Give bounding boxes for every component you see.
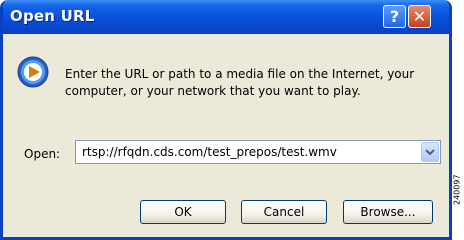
url-input[interactable]: rtsp://rfqdn.cds.com/test_prepos/test.wm… xyxy=(82,145,337,159)
help-icon: ? xyxy=(389,7,400,26)
cancel-button[interactable]: Cancel xyxy=(241,200,327,224)
dropdown-button[interactable] xyxy=(421,142,439,162)
window-title: Open URL xyxy=(10,7,95,25)
windows-media-player-icon xyxy=(17,56,49,88)
close-icon: ✕ xyxy=(412,7,427,26)
instruction-text: Enter the URL or path to a media file on… xyxy=(65,67,415,98)
open-url-dialog: Open URL ? ✕ Enter the URL or path to a … xyxy=(0,0,452,240)
close-button[interactable]: ✕ xyxy=(408,5,431,28)
chevron-down-icon xyxy=(425,149,435,156)
help-button[interactable]: ? xyxy=(383,5,406,28)
browse-button[interactable]: Browse... xyxy=(343,200,433,224)
title-bar[interactable]: Open URL ? ✕ xyxy=(3,0,449,34)
figure-code: 240097 xyxy=(452,174,462,206)
open-label: Open: xyxy=(24,147,61,161)
ok-button[interactable]: OK xyxy=(140,200,226,224)
url-combobox[interactable]: rtsp://rfqdn.cds.com/test_prepos/test.wm… xyxy=(75,140,441,164)
